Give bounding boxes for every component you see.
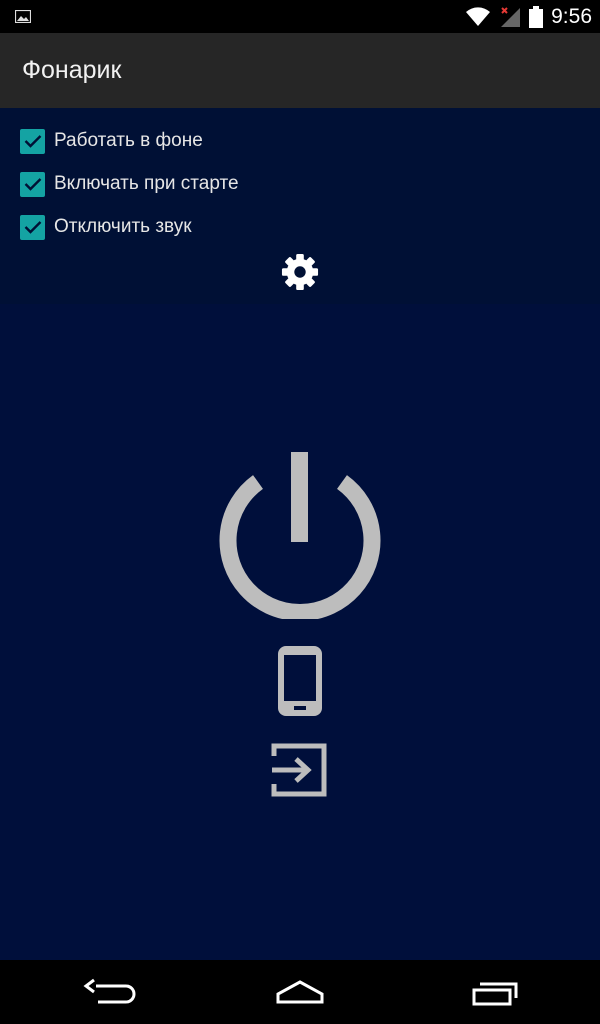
gear-icon bbox=[281, 253, 319, 291]
option-run-in-background[interactable]: Работать в фоне bbox=[20, 126, 203, 156]
settings-panel: Работать в фоне Включать при старте Откл… bbox=[0, 108, 600, 304]
back-button[interactable] bbox=[78, 972, 138, 1012]
settings-button[interactable] bbox=[280, 252, 320, 292]
app-title: Фонарик bbox=[22, 56, 122, 84]
screen: 9:56 Фонарик Работать в фоне Включать пр… bbox=[0, 0, 600, 1024]
phone-button[interactable] bbox=[272, 644, 328, 718]
checkbox-checked[interactable] bbox=[20, 214, 45, 240]
checkmark-icon bbox=[24, 178, 41, 191]
option-label: Включать при старте bbox=[54, 173, 239, 194]
status-icons: 9:56 bbox=[465, 0, 592, 33]
home-icon bbox=[276, 980, 324, 1004]
exit-button[interactable] bbox=[268, 738, 332, 798]
exit-icon bbox=[271, 743, 327, 797]
checkmark-icon bbox=[24, 221, 41, 234]
status-bar: 9:56 bbox=[0, 0, 600, 33]
option-label: Работать в фоне bbox=[54, 130, 203, 151]
phone-icon bbox=[278, 646, 322, 716]
main-area bbox=[0, 304, 600, 960]
battery-icon bbox=[529, 5, 544, 28]
navigation-bar bbox=[0, 960, 600, 1024]
recents-icon bbox=[472, 982, 518, 1006]
option-enable-on-start[interactable]: Включать при старте bbox=[20, 169, 239, 199]
image-notification-icon bbox=[15, 10, 31, 23]
recents-button[interactable] bbox=[466, 972, 526, 1012]
checkmark-icon bbox=[24, 135, 41, 148]
home-button[interactable] bbox=[270, 972, 330, 1012]
checkbox-checked[interactable] bbox=[20, 171, 45, 197]
wifi-icon bbox=[466, 6, 491, 26]
signal-no-data-icon bbox=[501, 6, 521, 27]
status-time: 9:56 bbox=[551, 4, 592, 28]
back-icon bbox=[83, 978, 136, 1004]
power-button[interactable] bbox=[215, 449, 385, 621]
option-label: Отключить звук bbox=[54, 216, 192, 237]
option-mute-sound[interactable]: Отключить звук bbox=[20, 212, 192, 242]
action-bar: Фонарик bbox=[0, 33, 600, 108]
checkbox-checked[interactable] bbox=[20, 128, 45, 154]
power-icon bbox=[219, 452, 381, 621]
